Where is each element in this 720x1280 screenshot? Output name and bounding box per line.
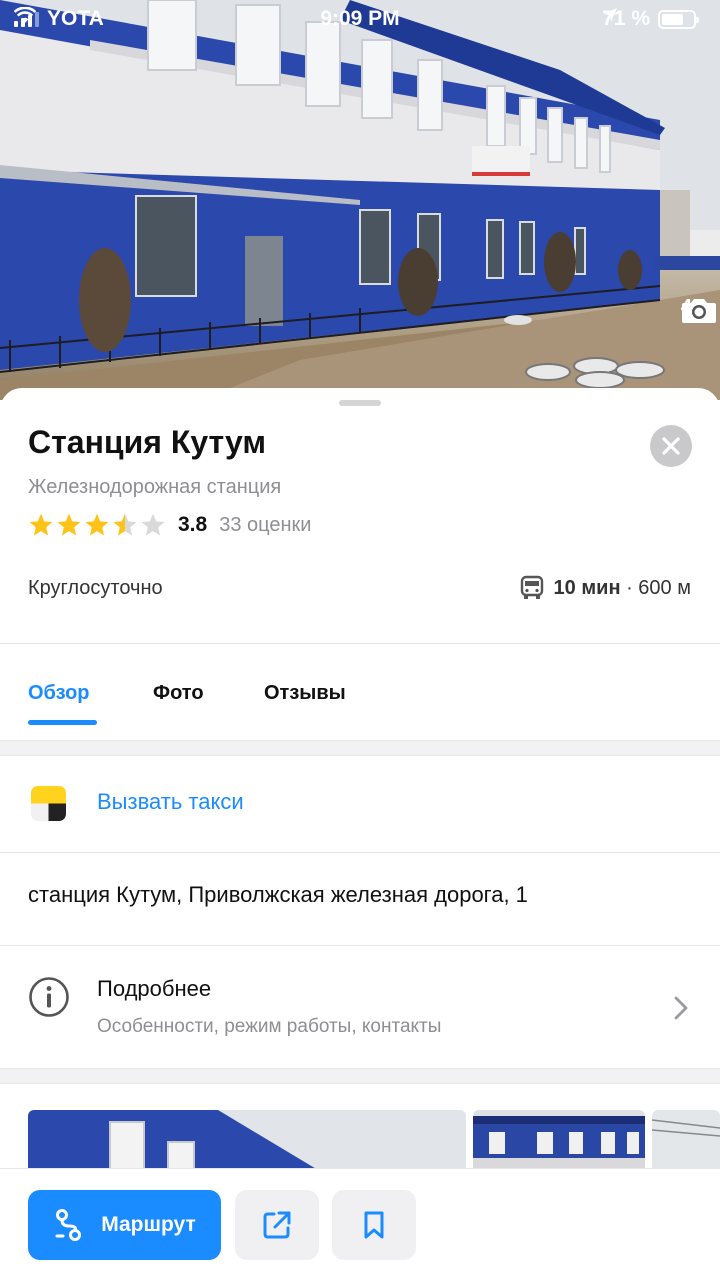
action-bar: Маршрут bbox=[0, 1168, 720, 1280]
place-card: Станция Кутум Железнодорожная станция 3.… bbox=[0, 388, 720, 1280]
section-separator bbox=[0, 740, 720, 756]
transit-distance: · 600 м bbox=[626, 576, 691, 599]
star-empty-icon bbox=[141, 513, 165, 536]
share-icon bbox=[263, 1211, 291, 1239]
share-button[interactable] bbox=[235, 1190, 319, 1260]
bookmark-icon bbox=[364, 1211, 384, 1239]
place-photo[interactable]: YOTA 9:09 PM 71 % 4 bbox=[0, 0, 720, 400]
camera-icon bbox=[681, 299, 716, 323]
star-full-icon bbox=[85, 513, 109, 536]
active-tab-indicator bbox=[28, 720, 97, 725]
rating-value: 3.8 bbox=[178, 513, 208, 536]
transit-info[interactable]: 10 мин · 600 м bbox=[520, 575, 691, 601]
bus-icon bbox=[520, 575, 543, 599]
close-button[interactable] bbox=[650, 425, 692, 467]
tab-overview[interactable]: Обзор bbox=[28, 682, 90, 705]
route-button[interactable]: Маршрут bbox=[28, 1190, 221, 1260]
details-row[interactable]: Подробнее Особенности, режим работы, кон… bbox=[0, 946, 720, 1066]
details-title: Подробнее bbox=[97, 976, 212, 1001]
rating-stars bbox=[28, 512, 166, 538]
photo-count-badge[interactable]: 4 bbox=[681, 296, 716, 323]
gallery-photo[interactable] bbox=[473, 1110, 645, 1170]
divider bbox=[0, 643, 720, 644]
route-icon bbox=[55, 1209, 82, 1241]
status-bar: YOTA 9:09 PM 71 % bbox=[0, 0, 720, 38]
tab-bar: Обзор Фото Отзывы bbox=[0, 670, 720, 728]
sheet-grabber[interactable] bbox=[339, 400, 381, 406]
call-taxi-row[interactable]: Вызвать такси bbox=[0, 756, 720, 852]
section-separator bbox=[0, 1068, 720, 1084]
place-category: Железнодорожная станция bbox=[28, 476, 282, 498]
chevron-right-icon bbox=[674, 996, 688, 1020]
building-photo-illustration bbox=[0, 0, 720, 400]
rating-count: 33 оценки bbox=[219, 513, 312, 536]
opening-hours: Круглосуточно bbox=[28, 577, 163, 599]
gallery-photo[interactable] bbox=[28, 1110, 466, 1170]
close-icon bbox=[662, 437, 680, 455]
details-subtitle: Особенности, режим работы, контакты bbox=[97, 1016, 442, 1037]
transit-time: 10 мин bbox=[553, 576, 621, 599]
place-address[interactable]: станция Кутум, Приволжская железная доро… bbox=[28, 882, 528, 908]
star-full-icon bbox=[29, 513, 53, 536]
battery-icon bbox=[658, 9, 699, 29]
gallery-photo[interactable] bbox=[652, 1110, 720, 1170]
divider bbox=[0, 852, 720, 853]
rating-row[interactable]: 3.8 33 оценки bbox=[28, 512, 311, 538]
info-icon bbox=[29, 977, 69, 1017]
star-half-icon bbox=[113, 513, 137, 536]
star-full-icon bbox=[57, 513, 81, 536]
bookmark-button[interactable] bbox=[332, 1190, 416, 1260]
tab-photos[interactable]: Фото bbox=[153, 682, 204, 705]
route-button-label: Маршрут bbox=[101, 1213, 196, 1236]
tab-reviews[interactable]: Отзывы bbox=[264, 682, 346, 705]
place-title: Станция Кутум bbox=[28, 424, 267, 460]
call-taxi-link[interactable]: Вызвать такси bbox=[97, 789, 244, 815]
yandex-taxi-icon bbox=[31, 786, 66, 821]
photo-gallery bbox=[0, 1110, 720, 1170]
location-arrow-icon bbox=[603, 8, 618, 22]
